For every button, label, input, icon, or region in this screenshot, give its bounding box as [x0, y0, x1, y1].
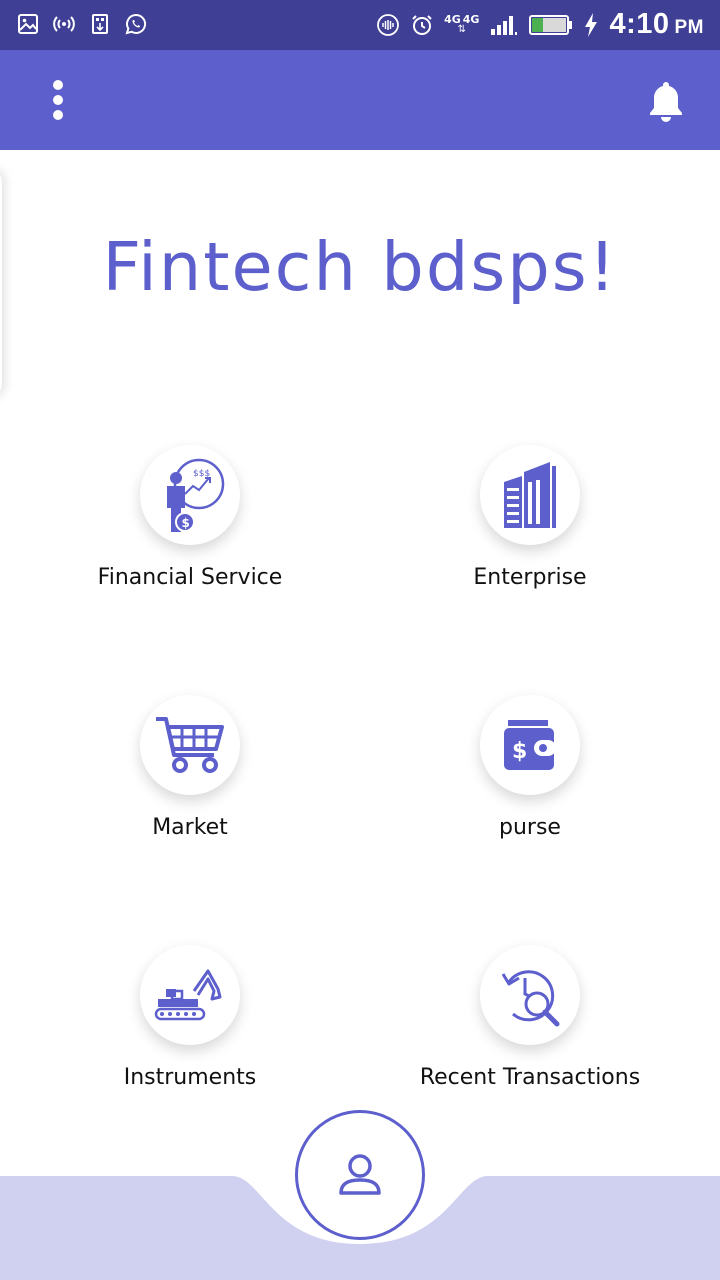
image-icon: [18, 14, 38, 34]
tile-icon-circle: [140, 945, 240, 1045]
menu-tile-recent-transactions[interactable]: Recent Transactions: [370, 945, 690, 1115]
whatsapp-icon: [125, 13, 147, 35]
tile-label: purse: [499, 815, 561, 840]
tile-label: Recent Transactions: [419, 1065, 641, 1090]
hotspot-icon: [53, 16, 75, 32]
tile-label: Instruments: [123, 1065, 257, 1090]
enterprise-building-icon: [504, 462, 556, 528]
status-bar-left-icons: [16, 12, 148, 36]
profile-button[interactable]: [295, 1110, 425, 1240]
battery-icon: [529, 14, 573, 35]
clock-ampm: PM: [674, 17, 704, 38]
bell-icon[interactable]: [646, 80, 686, 124]
svg-text:$: $: [512, 739, 527, 764]
clock-time: 4:10: [609, 8, 670, 40]
svg-text:$: $: [182, 516, 190, 530]
usb-icon: [92, 14, 108, 34]
tile-icon-circle: [140, 695, 240, 795]
network-type: 4G 4G ⇅: [444, 14, 479, 35]
transaction-history-icon: [501, 970, 560, 1027]
tile-label: Market: [152, 815, 228, 840]
clock: 4:10 PM: [609, 8, 704, 41]
status-bar: 4G 4G ⇅ 4:10 PM: [0, 0, 720, 50]
tile-icon-circle: [480, 945, 580, 1045]
menu-tile-market[interactable]: Market: [30, 695, 350, 865]
alarm-icon: [412, 14, 432, 35]
signal-icon: [491, 15, 518, 35]
status-bar-right-icons: 4G 4G ⇅ 4:10 PM: [376, 8, 704, 41]
menu-tile-enterprise[interactable]: Enterprise: [370, 445, 690, 615]
tile-label: Enterprise: [473, 565, 587, 590]
page-title: Fintech bdsps!: [102, 228, 618, 306]
tile-icon-circle: $$$ $: [140, 445, 240, 545]
tile-label: Financial Service: [97, 565, 283, 590]
wallet-icon: $: [504, 720, 556, 770]
menu-tile-purse[interactable]: $ purse: [370, 695, 690, 865]
shopping-cart-icon: [156, 717, 224, 773]
data-arrows-icon: ⇅: [457, 24, 466, 35]
financial-service-icon: $$$ $: [167, 458, 225, 532]
user-icon: [339, 1154, 381, 1195]
more-vert-icon[interactable]: [36, 78, 80, 122]
charging-icon: [585, 12, 598, 37]
tile-icon-circle: [480, 445, 580, 545]
tile-icon-circle: $: [480, 695, 580, 795]
excavator-icon: [154, 969, 222, 1021]
vibrate-icon: [377, 13, 399, 36]
menu-tile-instruments[interactable]: Instruments: [30, 945, 350, 1115]
menu-tile-financial-service[interactable]: $$$ $ Financial Service: [30, 445, 350, 615]
app-bar: [0, 50, 720, 150]
